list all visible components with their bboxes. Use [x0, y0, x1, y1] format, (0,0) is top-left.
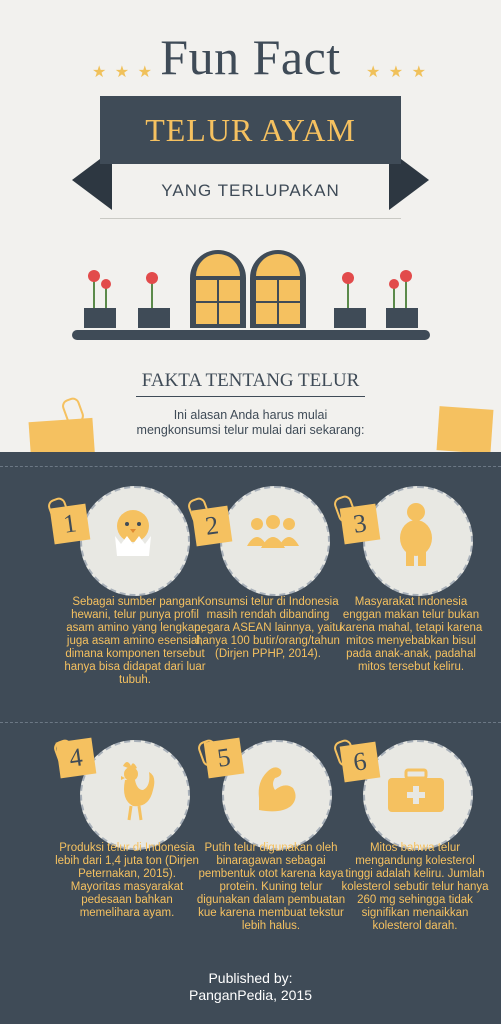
- fact-2-number: 2: [191, 505, 233, 547]
- fact-4-number: 4: [55, 737, 97, 779]
- title-banner: TELUR AYAM: [100, 96, 401, 164]
- heading-underline: [136, 396, 365, 397]
- section-heading: FAKTA TENTANG TELUR: [141, 370, 360, 391]
- person-icon: [400, 503, 432, 566]
- sticky-note-right: [436, 406, 494, 454]
- fact-3-number: 3: [339, 503, 381, 545]
- medical-kit-icon: [388, 768, 444, 812]
- window-scene: [84, 250, 418, 328]
- fact-3-text: Masyarakat Indonesia enggan makan telur …: [339, 596, 483, 673]
- banner-text: TELUR AYAM: [145, 112, 356, 148]
- fact-4-text: Produksi telur di Indonesia lebih dari 1…: [55, 842, 199, 919]
- divider-top: [0, 466, 501, 467]
- fact-6-text: Mitos bahwa telur mengandung kolesterol …: [341, 842, 489, 932]
- window-icon: [190, 250, 306, 328]
- fact-1-number: 1: [49, 503, 91, 545]
- footer: Published by: PanganPedia, 2015: [0, 970, 501, 1004]
- fact-6-number: 6: [339, 741, 381, 783]
- footer-publisher: PanganPedia, 2015: [189, 987, 312, 1003]
- people-icon: [247, 515, 299, 548]
- divider-middle: [0, 722, 501, 723]
- intro-text: Ini alasan Anda harus mulai mengkonsumsi…: [136, 408, 365, 437]
- rooster-icon: [121, 762, 155, 821]
- subtitle-divider: [100, 218, 401, 219]
- chick-icon: [115, 510, 151, 556]
- shelf: [72, 330, 430, 340]
- muscle-arm-icon: [258, 767, 296, 812]
- page-title: Fun Fact: [160, 29, 341, 85]
- fact-5-text: Putih telur digunakan oleh binaragawan s…: [196, 842, 346, 932]
- fact-1-text: Sebagai sumber pangan hewani, telur puny…: [64, 596, 206, 686]
- fact-5-number: 5: [203, 737, 245, 779]
- subtitle: YANG TERLUPAKAN: [140, 170, 361, 212]
- footer-published-label: Published by:: [208, 970, 293, 986]
- fact-2-text: Konsumsi telur di Indonesia masih rendah…: [194, 596, 342, 660]
